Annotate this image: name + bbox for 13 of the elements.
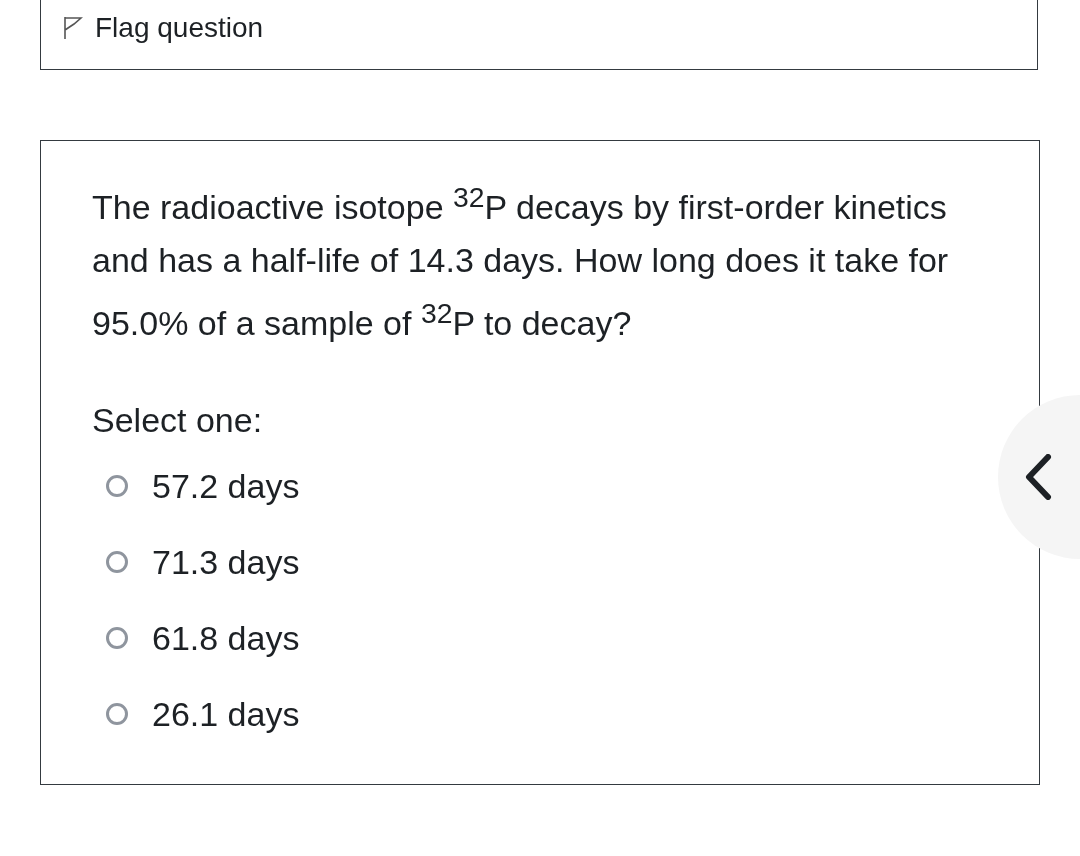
flag-question-link[interactable]: Flag question xyxy=(63,12,264,44)
radio-button[interactable] xyxy=(106,702,128,725)
select-prompt: Select one: xyxy=(92,400,264,440)
question-text: The radioactive isotope $^{32}$P decays by first-order kinetics and has a half-life of 14.3 days. How long does it take for 95.0% of a sample of $^{32}$P to decay? xyxy=(92,180,950,345)
answer-option[interactable]: 61.8 days xyxy=(106,613,989,662)
chevron-left-icon xyxy=(1024,454,1052,500)
radio-button[interactable] xyxy=(106,550,128,573)
answer-option[interactable]: 26.1 days xyxy=(106,689,989,738)
flag-icon xyxy=(63,16,83,40)
radio-button[interactable] xyxy=(106,626,128,649)
answer-option[interactable]: 71.3 days xyxy=(106,537,989,586)
radio-button[interactable] xyxy=(106,474,128,497)
answer-option[interactable]: 57.2 days xyxy=(106,461,989,510)
